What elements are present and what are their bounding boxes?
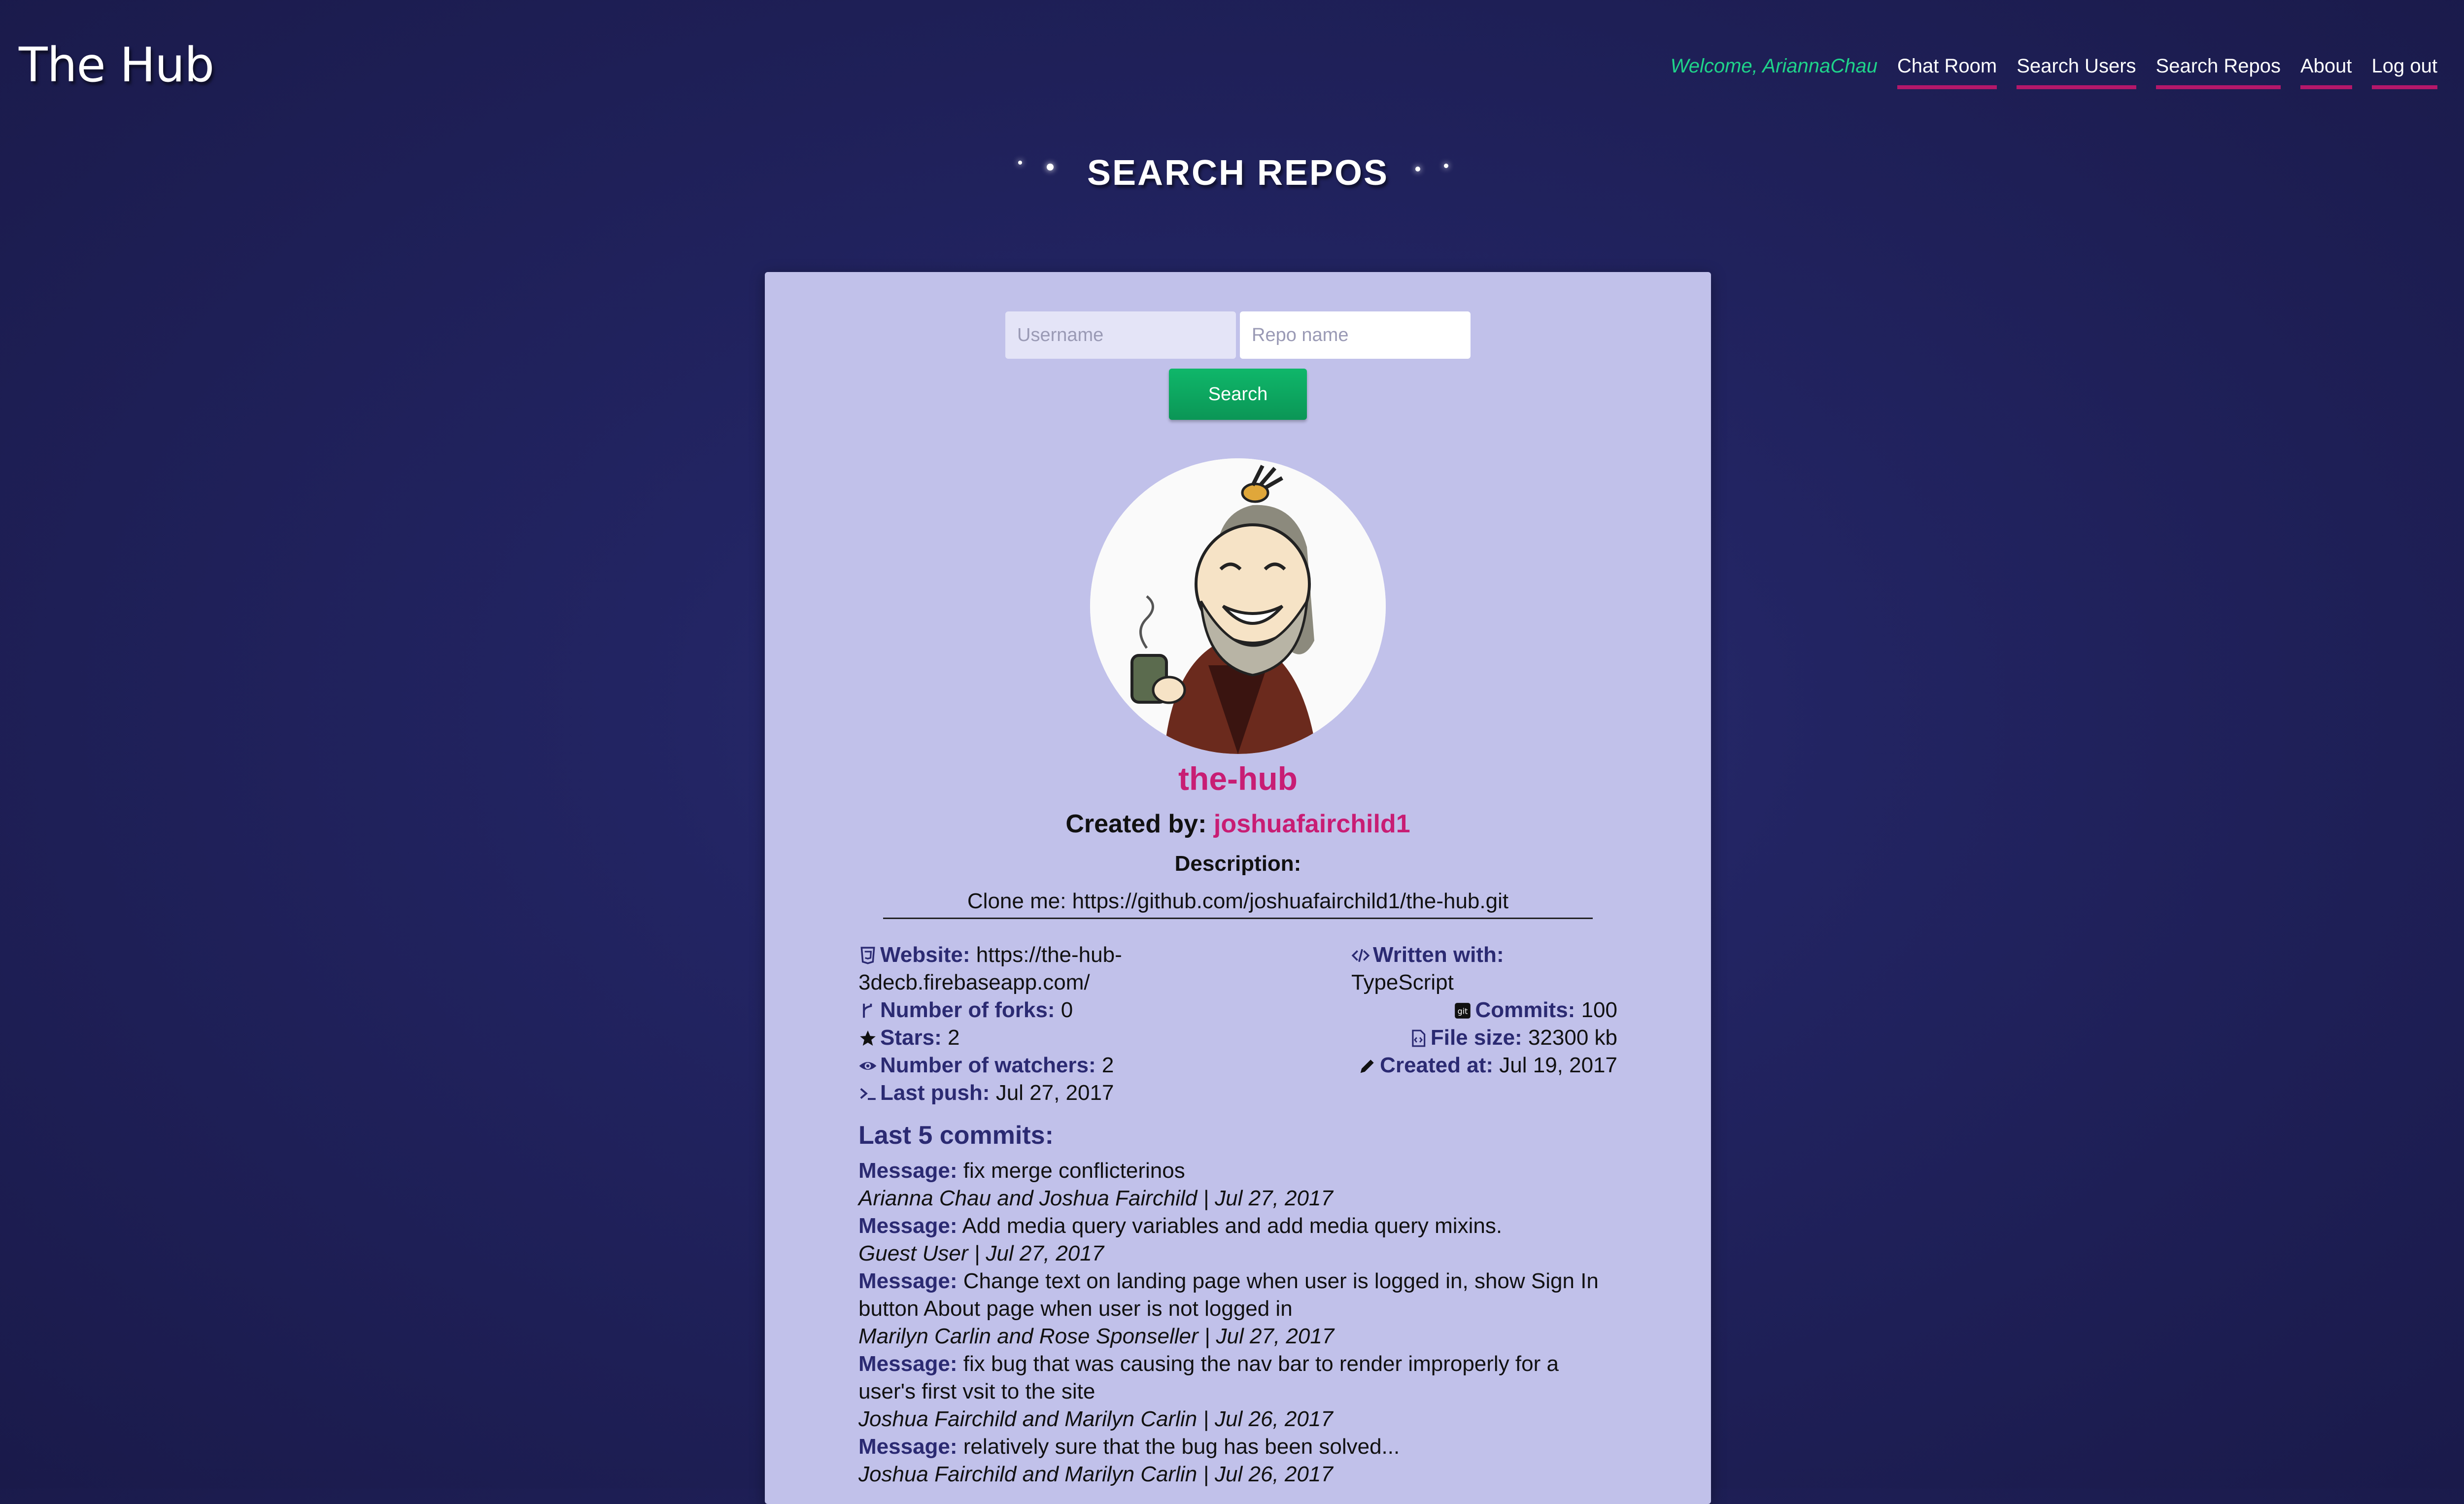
website-label: Website: — [880, 943, 970, 967]
html5-icon — [860, 947, 875, 964]
written-label: Written with: — [1373, 943, 1504, 967]
created-at-label: Created at: — [1380, 1053, 1494, 1077]
sparkle-decoration — [1415, 167, 1420, 171]
top-nav: Welcome, AriannaChau Chat Room Search Us… — [1671, 55, 2437, 89]
search-form — [765, 311, 1711, 359]
list-item: Message: relatively sure that the bug ha… — [858, 1433, 1617, 1488]
watchers-row: Number of watchers: 2 — [858, 1052, 1203, 1079]
written-row: Written with: TypeScript — [1351, 941, 1617, 996]
commit-message: fix bug that was causing the nav bar to … — [858, 1352, 1559, 1403]
commit-message-label: Message: — [858, 1214, 958, 1238]
watchers-label: Number of watchers: — [880, 1053, 1096, 1077]
commit-message-label: Message: — [858, 1435, 958, 1459]
repo-stats-right: Written with: TypeScript git Commits: 100… — [1351, 941, 1617, 1079]
commit-message: Change text on landing page when user is… — [858, 1269, 1599, 1321]
list-item: Message: fix merge conflicterinos Ariann… — [858, 1157, 1617, 1212]
repo-owner-avatar — [1090, 458, 1386, 754]
file-size-row: File size: 32300 kb — [1351, 1024, 1617, 1052]
written-value: TypeScript — [1351, 970, 1454, 994]
file-size-label: File size: — [1430, 1025, 1522, 1050]
commit-list: Message: fix merge conflicterinos Ariann… — [858, 1157, 1617, 1488]
last-push-row: Last push: Jul 27, 2017 — [858, 1079, 1203, 1107]
terminal-icon — [860, 1088, 876, 1100]
search-button[interactable]: Search — [1169, 369, 1307, 420]
stars-value: 2 — [947, 1025, 960, 1050]
nav-about[interactable]: About — [2300, 55, 2352, 89]
commit-author: Joshua Fairchild and Marilyn Carlin | Ju… — [858, 1462, 1333, 1486]
commits-row: git Commits: 100 — [1351, 996, 1617, 1024]
page: The Hub Welcome, AriannaChau Chat Room S… — [0, 0, 2464, 1504]
repo-name[interactable]: the-hub — [765, 760, 1711, 797]
list-item: Message: fix bug that was causing the na… — [858, 1350, 1617, 1433]
commit-author: Arianna Chau and Joshua Fairchild | Jul … — [858, 1186, 1333, 1210]
stars-label: Stars: — [880, 1025, 942, 1050]
welcome-text: Welcome, AriannaChau — [1670, 55, 1878, 77]
git-icon: git — [1455, 1003, 1471, 1019]
sparkle-decoration — [1444, 164, 1448, 168]
commit-author: Guest User | Jul 27, 2017 — [858, 1241, 1104, 1265]
repo-name-input[interactable] — [1240, 311, 1471, 359]
nav-search-users[interactable]: Search Users — [2017, 55, 2136, 89]
divider — [883, 918, 1593, 919]
watchers-value: 2 — [1101, 1053, 1114, 1077]
nav-chat-room[interactable]: Chat Room — [1897, 55, 1997, 89]
file-code-icon — [1412, 1029, 1426, 1047]
pencil-icon — [1360, 1060, 1374, 1073]
commit-message: fix merge conflicterinos — [963, 1159, 1185, 1183]
owner-link[interactable]: joshuafairchild1 — [1214, 810, 1410, 838]
fork-icon — [863, 1003, 872, 1018]
sparkle-decoration — [1018, 161, 1022, 165]
description-label: Description: — [1174, 852, 1301, 876]
page-title: SEARCH REPOS — [1087, 153, 1389, 193]
description-text: Clone me: https://github.com/joshuafairc… — [967, 889, 1509, 913]
username-input[interactable] — [1005, 311, 1236, 359]
svg-text:git: git — [1458, 1006, 1468, 1016]
created-by-label: Created by: — [1065, 810, 1207, 838]
repo-search-card: Search the-hub Created by: — [765, 272, 1711, 1504]
commit-author: Marilyn Carlin and Rose Sponseller | Jul… — [858, 1324, 1335, 1348]
forks-value: 0 — [1061, 998, 1073, 1022]
last-push-label: Last push: — [880, 1081, 990, 1105]
sparkle-decoration — [1047, 164, 1054, 171]
created-by: Created by: joshuafairchild1 — [765, 809, 1711, 839]
nav-log-out[interactable]: Log out — [2371, 55, 2437, 89]
forks-row: Number of forks: 0 — [858, 996, 1203, 1024]
created-at-value: Jul 19, 2017 — [1499, 1053, 1617, 1077]
list-item: Message: Change text on landing page whe… — [858, 1267, 1617, 1350]
commits-value: 100 — [1581, 998, 1617, 1022]
app-title[interactable]: The Hub — [19, 37, 214, 93]
stars-row: Stars: 2 — [858, 1024, 1203, 1052]
commit-message: relatively sure that the bug has been so… — [963, 1435, 1400, 1459]
commits-heading: Last 5 commits: — [858, 1121, 1054, 1150]
commit-message-label: Message: — [858, 1269, 958, 1293]
eye-icon — [859, 1062, 877, 1070]
commit-message: Add media query variables and add media … — [962, 1214, 1503, 1238]
file-size-value: 32300 kb — [1528, 1025, 1617, 1050]
repo-stats-left: Website: https://the-hub-3decb.firebasea… — [858, 941, 1203, 1107]
website-row: Website: https://the-hub-3decb.firebasea… — [858, 941, 1203, 996]
code-icon — [1351, 949, 1370, 962]
commit-author: Joshua Fairchild and Marilyn Carlin | Ju… — [858, 1407, 1333, 1431]
forks-label: Number of forks: — [880, 998, 1055, 1022]
star-icon — [860, 1030, 876, 1046]
list-item: Message: Add media query variables and a… — [858, 1212, 1617, 1267]
commit-message-label: Message: — [858, 1159, 958, 1183]
nav-search-repos[interactable]: Search Repos — [2156, 55, 2281, 89]
commits-label: Commits: — [1475, 998, 1575, 1022]
created-at-row: Created at: Jul 19, 2017 — [1351, 1052, 1617, 1079]
commit-message-label: Message: — [858, 1352, 958, 1376]
last-push-value: Jul 27, 2017 — [995, 1081, 1114, 1105]
